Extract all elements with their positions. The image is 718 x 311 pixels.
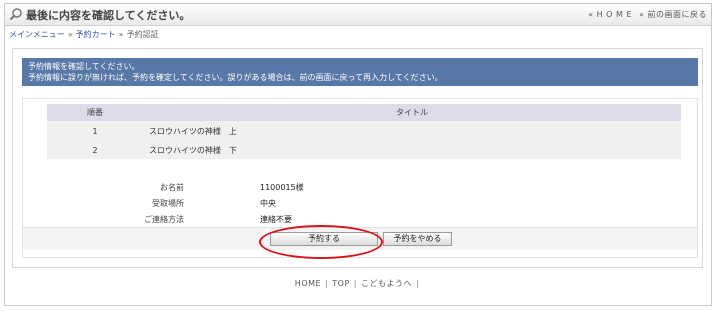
title-bar: 最後に内容を確認してください。 « H O M E « 前の画面に戻る	[5, 4, 711, 26]
breadcrumb-cart[interactable]: 予約カート	[76, 30, 116, 39]
row-number: 1	[47, 121, 143, 141]
row-title: スロウハイツの神様 上	[143, 121, 681, 141]
notice-line-2: 予約情報に誤りが無ければ、予約を確定してください。誤りがある場合は、前の画面に戻…	[28, 73, 443, 82]
notice-line-1: 予約情報を確認してください。	[28, 62, 140, 71]
header-links: « H O M E « 前の画面に戻る	[584, 9, 707, 20]
table-row: 2 スロウハイツの神様 下	[47, 140, 681, 159]
footer-separator: |	[416, 279, 420, 288]
footer-kids-link[interactable]: こどもようへ	[361, 279, 412, 288]
cancel-reservation-button[interactable]: 予約をやめる	[383, 232, 452, 246]
row-number: 2	[47, 140, 143, 159]
highlight-circle	[259, 225, 383, 259]
breadcrumb-separator: »	[118, 30, 124, 39]
page-frame: 最後に内容を確認してください。 « H O M E « 前の画面に戻る メインメ…	[4, 3, 712, 306]
back-link[interactable]: « 前の画面に戻る	[639, 10, 707, 19]
column-header-order: 順番	[47, 104, 143, 122]
footer-separator: |	[353, 279, 357, 288]
notice-box: 予約情報を確認してください。 予約情報に誤りが無ければ、予約を確定してください。…	[22, 58, 698, 86]
footer-home-link[interactable]: HOME	[295, 279, 321, 288]
footer-nav: HOME | TOP | こどもようへ |	[5, 278, 713, 289]
row-title: スロウハイツの神様 下	[143, 140, 681, 159]
table-header-row: 順番 タイトル	[47, 104, 681, 122]
contact-value: 連絡不要	[260, 215, 292, 224]
table-row: 1 スロウハイツの神様 上	[47, 121, 681, 141]
page-title: 最後に内容を確認してください。	[26, 9, 191, 22]
name-value: 1100015様	[260, 183, 304, 192]
name-label: お名前	[160, 183, 184, 192]
breadcrumb: メインメニュー» 予約カート» 予約認証	[9, 29, 159, 40]
breadcrumb-current: 予約認証	[126, 30, 159, 39]
column-header-title: タイトル	[143, 104, 681, 122]
contact-label: ご連絡方法	[144, 215, 184, 224]
search-icon	[9, 8, 22, 21]
location-label: 受取場所	[152, 199, 184, 208]
footer-separator: |	[325, 279, 329, 288]
reservation-table: 順番 タイトル 1 スロウハイツの神様 上 2 スロウハイツの神様 下	[47, 104, 681, 159]
footer-top-link[interactable]: TOP	[332, 279, 350, 288]
breadcrumb-main-menu[interactable]: メインメニュー	[9, 30, 65, 39]
home-link[interactable]: « H O M E	[588, 10, 632, 19]
location-value: 中央	[260, 199, 276, 208]
breadcrumb-separator: »	[67, 30, 73, 39]
